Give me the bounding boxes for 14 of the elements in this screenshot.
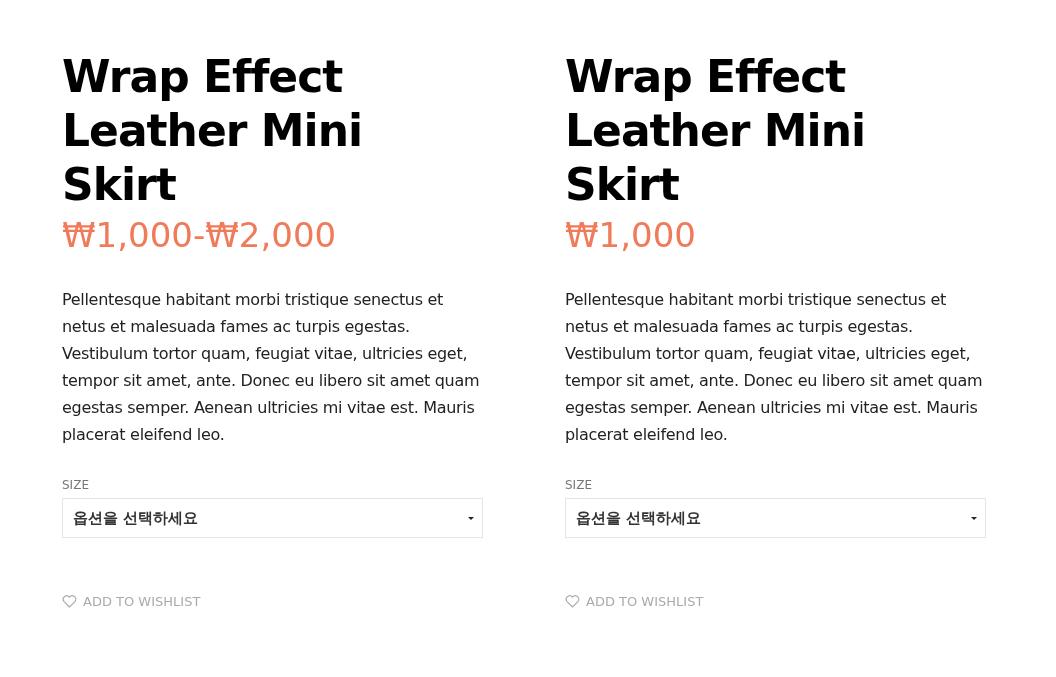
product-price: ₩1,000-₩2,000 (62, 214, 338, 256)
product-title: Wrap Effect Leather Mini Skirt (565, 50, 867, 212)
product-title: Wrap Effect Leather Mini Skirt (62, 50, 364, 212)
product-description: Pellentesque habitant morbi tristique senectus et netus et malesuada fames ac turpis egestas. Vestibulum tortor quam, feugiat vitae, ultricies eget, tempor sit amet, ante. Donec eu libero sit amet quam egestas semper. Aenean ultricies mi vitae est. Mauris placerat eleifend leo. (565, 289, 984, 446)
size-select[interactable]: 옵션을 선택하세요 (62, 498, 483, 538)
heart-icon (565, 595, 580, 608)
caret-icon (468, 516, 474, 520)
size-select[interactable]: 옵션을 선택하세요 (565, 498, 986, 538)
product-price: ₩1,000 (565, 214, 697, 256)
option-label: SIZE (565, 478, 593, 492)
product-description: Pellentesque habitant morbi tristique senectus et netus et malesuada fames ac turpis egestas. Vestibulum tortor quam, feugiat vitae, ultricies eget, tempor sit amet, ante. Donec eu libero sit amet quam egestas semper. Aenean ultricies mi vitae est. Mauris placerat eleifend leo. (62, 289, 481, 446)
option-label: SIZE (62, 478, 90, 492)
heart-icon (62, 595, 77, 608)
caret-icon (971, 516, 977, 520)
